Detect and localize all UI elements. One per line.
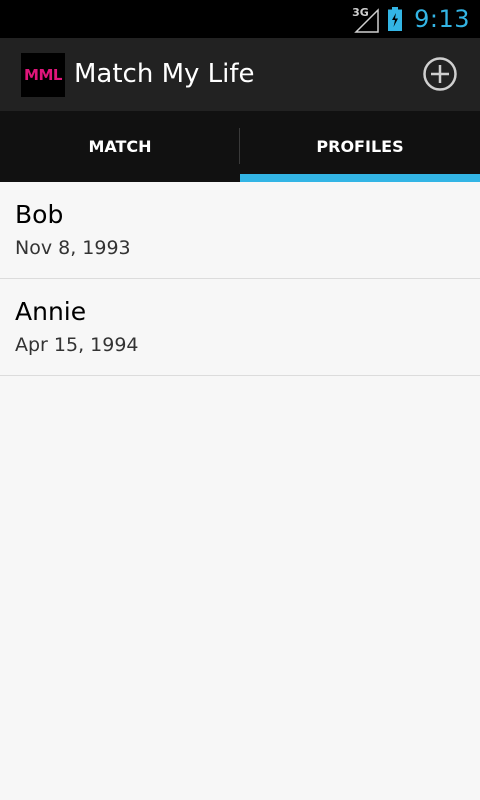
add-circle-icon[interactable]	[422, 56, 458, 92]
app-logo[interactable]: MML	[21, 53, 65, 97]
clock: 9:13	[414, 5, 470, 33]
tab-profiles-label: PROFILES	[316, 137, 404, 156]
list-item[interactable]: Annie Apr 15, 1994	[0, 279, 480, 376]
status-icons: 3G 9:13	[352, 0, 470, 38]
list-item[interactable]: Bob Nov 8, 1993	[0, 182, 480, 279]
profile-date: Nov 8, 1993	[15, 237, 131, 259]
selected-tab-indicator	[240, 174, 480, 182]
profile-list: Bob Nov 8, 1993 Annie Apr 15, 1994	[0, 182, 480, 376]
tab-match[interactable]: MATCH	[0, 111, 240, 182]
status-bar: 3G 9:13	[0, 0, 480, 38]
profile-name: Annie	[15, 297, 87, 326]
profile-name: Bob	[15, 200, 64, 229]
profile-date: Apr 15, 1994	[15, 334, 139, 356]
tab-profiles[interactable]: PROFILES	[240, 111, 480, 182]
signal-icon: 3G	[352, 4, 380, 34]
tab-match-label: MATCH	[88, 137, 152, 156]
action-bar: MML Match My Life	[0, 38, 480, 111]
tab-bar: MATCH PROFILES	[0, 111, 480, 182]
app-title: Match My Life	[74, 59, 255, 89]
app-logo-text: MML	[24, 66, 62, 84]
battery-charging-icon	[388, 7, 403, 31]
